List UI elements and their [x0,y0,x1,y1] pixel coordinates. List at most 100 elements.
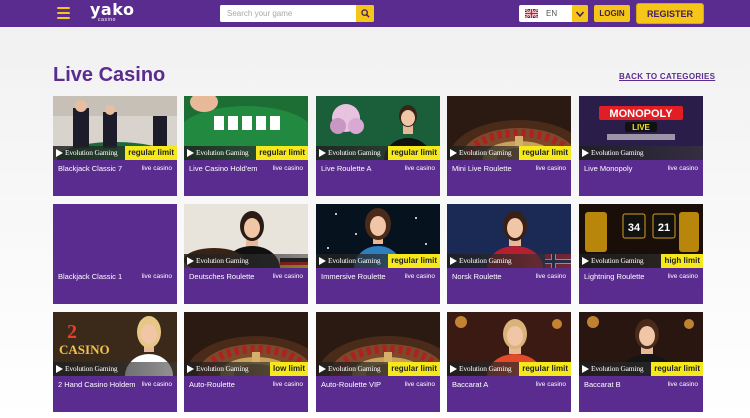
game-category: live casino [141,381,172,388]
provider-bar: Evolution Gaming [447,254,571,268]
provider-name: Evolution Gaming [65,148,118,157]
game-card[interactable]: Evolution Gaming regular limit Live Roulet… [316,96,440,196]
game-category: live casino [535,381,566,388]
game-title: Auto-Roulette VIP [321,380,382,389]
game-title: Norsk Roulette [452,272,502,281]
svg-text:CASINO: CASINO [59,342,110,357]
game-card[interactable]: Evolution Gaming regular limit Auto-Roulet… [316,312,440,412]
game-card[interactable]: Evolution Gaming Deutsches Roulette live c… [184,204,308,304]
uk-flag-icon [525,9,538,18]
game-category: live casino [272,165,303,172]
provider-name: Evolution Gaming [459,364,512,373]
game-card[interactable]: Evolution Gaming regular limit Live Casino… [184,96,308,196]
limit-badge: regular limit [651,362,703,376]
game-title: Live Monopoly [584,164,633,173]
game-category: live casino [667,165,698,172]
game-category: live casino [272,273,303,280]
limit-badge: low limit [270,362,308,376]
game-card[interactable]: Evolution Gaming regular limit Mini Live R… [447,96,571,196]
game-category: live casino [535,165,566,172]
menu-icon[interactable] [57,7,70,19]
provider-name: Evolution Gaming [591,364,644,373]
back-to-categories-link[interactable]: BACK TO CATEGORIES [619,72,715,81]
provider-name: Evolution Gaming [196,256,249,265]
site-logo[interactable]: yako [90,2,134,18]
limit-badge: regular limit [388,362,440,376]
limit-badge: regular limit [519,146,571,160]
game-title: Live Casino Hold'em [189,164,258,173]
limit-badge: regular limit [256,146,308,160]
provider-name: Evolution Gaming [328,256,381,265]
game-category: live casino [272,381,303,388]
game-title: Baccarat B [584,380,621,389]
game-title: Deutsches Roulette [189,272,255,281]
provider-bar: Evolution Gaming [184,254,308,268]
game-category: live casino [667,381,698,388]
provider-name: Evolution Gaming [196,364,249,373]
evolution-logo-icon [450,365,457,373]
evolution-logo-icon [319,149,326,157]
register-button[interactable]: REGISTER [636,3,704,24]
search-input[interactable] [220,5,356,22]
game-card[interactable]: 2 CASINO Evolution Gaming 2 Hand Casino H… [53,312,177,412]
evolution-logo-icon [187,149,194,157]
game-title: Baccarat A [452,380,489,389]
provider-name: Evolution Gaming [591,148,644,157]
language-label: EN [546,9,558,18]
limit-badge: regular limit [519,362,571,376]
limit-badge: regular limit [125,146,177,160]
svg-text:MONOPOLY: MONOPOLY [609,108,673,120]
evolution-logo-icon [56,149,63,157]
provider-name: Evolution Gaming [591,256,644,265]
chevron-down-icon [572,5,588,22]
evolution-logo-icon [187,257,194,265]
search-button[interactable] [356,5,374,22]
provider-name: Evolution Gaming [328,364,381,373]
game-card[interactable]: Evolution Gaming regular limit Baccarat A l… [447,312,571,412]
game-title: Blackjack Classic 1 [58,272,123,281]
limit-badge: regular limit [388,146,440,160]
evolution-logo-icon [582,365,589,373]
page-title: Live Casino [53,64,166,86]
game-title: 2 Hand Casino Holdem [58,380,136,389]
evolution-logo-icon [187,365,194,373]
game-category: live casino [141,273,172,280]
game-title: Blackjack Classic 7 [58,164,123,173]
top-header: yako casino EN LOGIN REGISTER [0,0,750,27]
evolution-logo-icon [56,365,63,373]
limit-badge: regular limit [388,254,440,268]
game-title: Auto-Roulette [189,380,235,389]
login-button[interactable]: LOGIN [594,5,630,22]
game-category: live casino [141,165,172,172]
provider-name: Evolution Gaming [196,148,249,157]
game-card[interactable]: Evolution Gaming regular limit Blackjack C… [53,96,177,196]
provider-bar: Evolution Gaming [579,146,703,160]
game-category: live casino [404,273,435,280]
evolution-logo-icon [319,257,326,265]
game-card[interactable]: MONOPOLY LIVE Evolution Gaming Live Monop… [579,96,703,196]
game-card[interactable]: Evolution Gaming low limit Auto-Roulette li… [184,312,308,412]
svg-text:LIVE: LIVE [632,123,650,132]
provider-name: Evolution Gaming [459,256,512,265]
evolution-logo-icon [582,257,589,265]
game-card[interactable]: Evolution Gaming Norsk Roulette live casin… [447,204,571,304]
evolution-logo-icon [582,149,589,157]
game-category: live casino [535,273,566,280]
evolution-logo-icon [319,365,326,373]
game-title: Live Roulette A [321,164,372,173]
game-card[interactable]: 34 21 Evolution Gaming high limit Lightnin… [579,204,703,304]
game-title: Lightning Roulette [584,272,645,281]
search-box [220,5,374,22]
game-card[interactable]: Evolution Gaming regular limit Immersive R… [316,204,440,304]
svg-text:2: 2 [67,321,77,343]
evolution-logo-icon [450,257,457,265]
provider-name: Evolution Gaming [459,148,512,157]
search-icon [360,9,370,18]
game-category: live casino [667,273,698,280]
game-card[interactable]: Blackjack Classic 1 live casino [53,204,177,304]
site-logo-subtitle: casino [98,17,117,23]
language-selector[interactable]: EN [519,5,588,22]
game-card[interactable]: Evolution Gaming regular limit Baccarat B l… [579,312,703,412]
svg-text:34: 34 [628,222,641,234]
evolution-logo-icon [450,149,457,157]
